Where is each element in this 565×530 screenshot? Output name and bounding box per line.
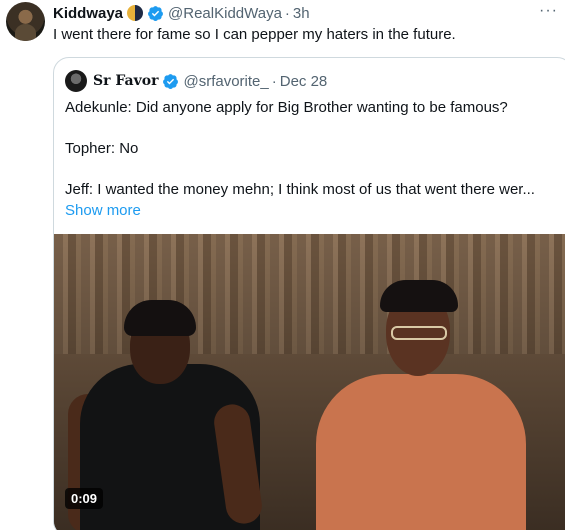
author-name[interactable]: Kiddwaya — [53, 5, 123, 22]
author-avatar[interactable] — [6, 2, 45, 41]
quote-header: Sr Favor @srfavorite_ · Dec 28 — [65, 70, 327, 92]
show-more-link[interactable]: Show more — [65, 201, 565, 221]
moon-icon — [127, 5, 144, 21]
author-handle[interactable]: @RealKiddWaya — [168, 5, 282, 22]
video-player[interactable]: 0:09 — [54, 234, 565, 530]
quote-avatar — [65, 70, 87, 92]
quote-line: Topher: No — [65, 140, 139, 157]
video-duration-badge: 0:09 — [65, 488, 104, 509]
quote-line: Adekunle: Did anyone apply for Big Broth… — [65, 99, 508, 116]
time-separator: · — [284, 4, 290, 22]
quote-author-handle: @srfavorite_ — [183, 72, 269, 90]
more-icon[interactable]: ··· — [539, 3, 559, 19]
tweet-text: I went there for fame so I can pepper my… — [53, 26, 456, 43]
post-time[interactable]: 3h — [293, 5, 310, 22]
post-header: Kiddwaya @RealKiddWaya · 3h — [53, 3, 310, 23]
quote-author-name: Sr Favor — [93, 73, 159, 89]
verified-icon — [163, 73, 179, 89]
quote-line: Jeff: I wanted the money mehn; I think m… — [65, 181, 535, 198]
quote-body: Adekunle: Did anyone apply for Big Broth… — [65, 98, 565, 221]
quote-date: Dec 28 — [279, 72, 328, 90]
quoted-tweet-card[interactable]: Sr Favor @srfavorite_ · Dec 28 Adekunle:… — [53, 57, 565, 530]
verified-icon — [148, 5, 163, 21]
quote-separator: · — [271, 72, 277, 90]
